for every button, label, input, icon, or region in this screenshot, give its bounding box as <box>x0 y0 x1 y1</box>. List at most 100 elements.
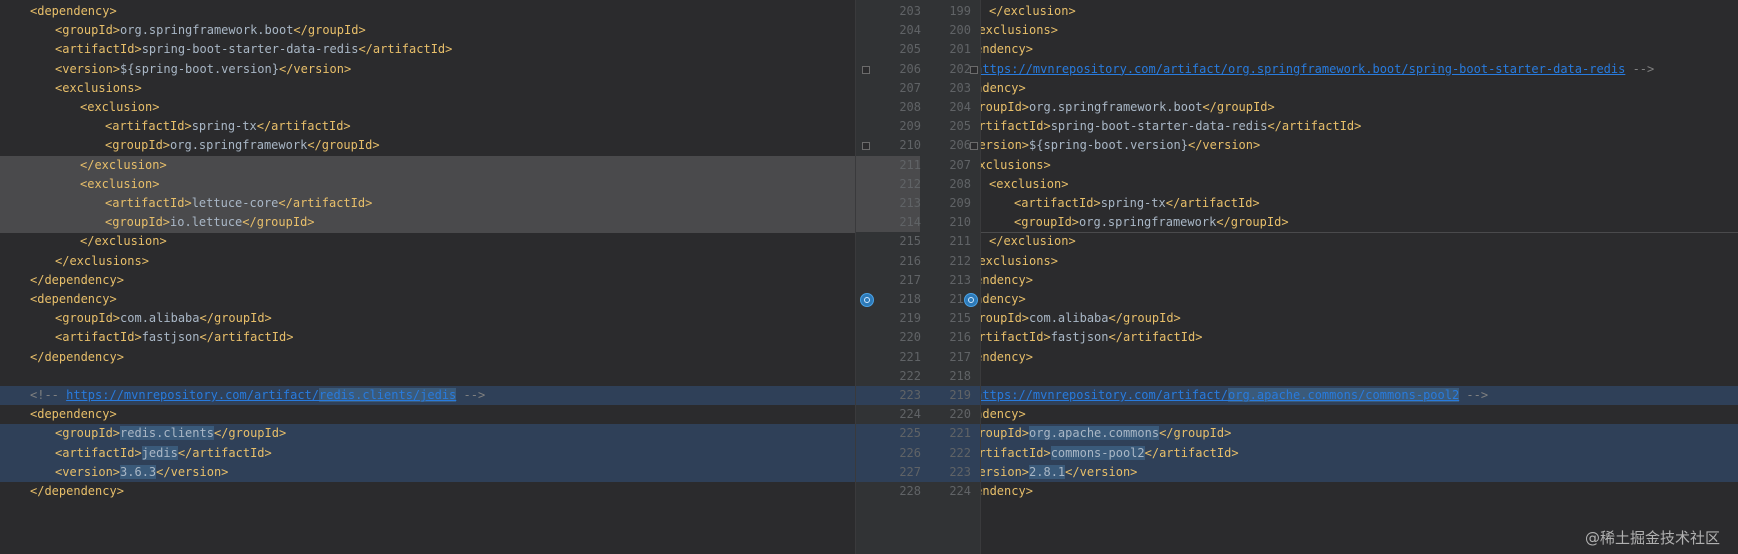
code-line[interactable]: <version>${spring-boot.version}</version… <box>981 136 1738 155</box>
code-line[interactable]: <artifactId>spring-boot-starter-data-red… <box>0 40 855 59</box>
code-line[interactable]: <artifactId>commons-pool2</artifactId> <box>981 444 1738 463</box>
code-line[interactable]: <dependency> <box>0 290 855 309</box>
code-line[interactable]: </exclusion> <box>0 156 855 175</box>
code-line[interactable]: <groupId>org.springframework.boot</group… <box>981 98 1738 117</box>
code-token: <dependency> <box>981 407 1026 422</box>
left-line-number: 205 <box>899 42 921 57</box>
code-token: </version> <box>278 61 352 76</box>
maven-dependency-icon[interactable] <box>860 293 874 307</box>
code-line[interactable] <box>0 367 855 386</box>
code-line[interactable]: <version>${spring-boot.version}</version… <box>0 60 855 79</box>
code-line[interactable]: <artifactId>spring-boot-starter-data-red… <box>981 117 1738 136</box>
code-line-content: </exclusions> <box>981 252 1058 271</box>
code-line[interactable]: <groupId>org.apache.commons</groupId> <box>981 424 1738 443</box>
code-line[interactable]: <dependency> <box>981 290 1738 309</box>
code-line-content: <groupId>redis.clients</groupId> <box>55 424 286 443</box>
code-token: <artifactId> <box>55 42 142 57</box>
code-line[interactable]: <version>2.8.1</version> <box>981 463 1738 482</box>
code-line[interactable]: <artifactId>jedis</artifactId> <box>0 444 855 463</box>
left-line-number: 222 <box>899 368 921 383</box>
code-line[interactable]: </dependency> <box>0 271 855 290</box>
code-line[interactable]: </exclusions> <box>0 252 855 271</box>
code-token: <artifactId> <box>981 330 1051 345</box>
fold-marker-icon[interactable] <box>862 142 870 151</box>
code-line[interactable]: <artifactId>spring-tx</artifactId> <box>981 194 1738 213</box>
code-token: <dependency> <box>30 4 117 18</box>
code-line[interactable]: </exclusion> <box>0 232 855 251</box>
code-token: <artifactId> <box>981 119 1051 134</box>
code-token: <exclusion> <box>80 176 160 191</box>
code-line[interactable]: <artifactId>fastjson</artifactId> <box>0 328 855 347</box>
code-line[interactable]: </dependency> <box>981 271 1738 290</box>
code-line[interactable]: <groupId>io.lettuce</groupId> <box>0 213 855 232</box>
left-line-number: 214 <box>899 215 921 230</box>
code-line[interactable]: <groupId>org.springframework</groupId> <box>981 213 1738 232</box>
code-token: </groupId> <box>199 311 272 326</box>
code-token: </exclusions> <box>981 23 1058 38</box>
code-line[interactable]: <version>3.6.3</version> <box>0 463 855 482</box>
code-line[interactable]: <exclusion> <box>0 175 855 194</box>
right-line-number: 201 <box>949 42 971 57</box>
right-line-number: 219 <box>949 388 971 402</box>
code-link[interactable]: https://mvnrepository.com/artifact/ <box>66 388 319 402</box>
maven-dependency-icon[interactable] <box>964 293 978 307</box>
left-line-number: 213 <box>899 196 921 210</box>
right-line-number: 211 <box>949 234 971 249</box>
code-link[interactable]: org.apache.commons/commons-pool2 <box>1228 388 1460 402</box>
code-token: <version> <box>981 464 1030 479</box>
code-line[interactable]: <exclusion> <box>981 175 1738 194</box>
code-line[interactable]: </dependency> <box>981 40 1738 59</box>
right-line-number: 209 <box>949 196 971 210</box>
code-line-content: <groupId>com.alibaba</groupId> <box>981 309 1181 328</box>
code-line-content: </dependency> <box>30 482 124 501</box>
left-editor-pane[interactable]: <dependency> <groupId>org.springframework… <box>0 0 855 554</box>
code-line[interactable]: </dependency> <box>981 482 1738 501</box>
code-line[interactable]: <dependency> <box>0 2 855 21</box>
code-line[interactable]: <groupId>org.springframework</groupId> <box>0 136 855 155</box>
code-line-content: <exclusions> <box>55 79 142 98</box>
code-line[interactable] <box>981 367 1738 386</box>
code-line[interactable]: <dependency> <box>0 405 855 424</box>
code-token: </exclusion> <box>989 4 1076 18</box>
code-token: <artifactId> <box>105 119 192 134</box>
right-line-number: 217 <box>949 349 971 364</box>
fold-marker-icon[interactable] <box>970 65 978 74</box>
code-line-content: <dependency> <box>30 405 117 424</box>
code-line[interactable]: <groupId>org.springframework.boot</group… <box>0 21 855 40</box>
fold-marker-icon[interactable] <box>862 65 870 74</box>
code-line[interactable]: </dependency> <box>0 482 855 501</box>
code-line[interactable]: <groupId>com.alibaba</groupId> <box>0 309 855 328</box>
code-token: <artifactId> <box>55 330 142 345</box>
code-token: <dependency> <box>30 292 117 306</box>
code-line[interactable]: </dependency> <box>0 348 855 367</box>
code-token: </artifactId> <box>278 196 373 210</box>
code-line[interactable]: <artifactId>fastjson</artifactId> <box>981 328 1738 347</box>
code-link[interactable]: https://mvnrepository.com/artifact/ <box>981 388 1228 402</box>
code-link[interactable]: https://mvnrepository.com/artifact/org.s… <box>981 62 1625 76</box>
code-line[interactable]: <!-- https://mvnrepository.com/artifact/… <box>981 386 1738 405</box>
code-line[interactable]: <dependency> <box>981 405 1738 424</box>
code-line[interactable]: <artifactId>spring-tx</artifactId> <box>0 117 855 136</box>
code-link[interactable]: redis.clients/jedis <box>319 388 457 402</box>
fold-marker-icon[interactable] <box>970 142 978 151</box>
code-line[interactable]: </exclusions> <box>981 21 1738 40</box>
code-line[interactable]: <!-- https://mvnrepository.com/artifact/… <box>981 60 1738 79</box>
code-line[interactable]: <groupId>com.alibaba</groupId> <box>981 309 1738 328</box>
code-line[interactable]: <exclusions> <box>981 156 1738 175</box>
code-token: </dependency> <box>30 272 124 287</box>
code-token: </artifactId> <box>1144 445 1239 460</box>
code-token: org.springframework <box>170 138 308 153</box>
code-line[interactable]: <artifactId>lettuce-core</artifactId> <box>0 194 855 213</box>
code-line[interactable]: <exclusion> <box>0 98 855 117</box>
right-editor-pane[interactable]: </exclusion> </exclusions> </dependency> <!… <box>981 0 1738 554</box>
left-line-number: 216 <box>899 253 921 268</box>
code-line[interactable]: <exclusions> <box>0 79 855 98</box>
code-line[interactable]: <dependency> <box>981 79 1738 98</box>
code-line[interactable]: </exclusions> <box>981 252 1738 271</box>
code-line[interactable]: <!-- https://mvnrepository.com/artifact/… <box>0 386 855 405</box>
left-line-number: 209 <box>899 119 921 134</box>
code-line[interactable]: <groupId>redis.clients</groupId> <box>0 424 855 443</box>
code-line[interactable]: </exclusion> <box>981 2 1738 21</box>
code-line[interactable]: </dependency> <box>981 348 1738 367</box>
code-line[interactable]: </exclusion> <box>981 232 1738 251</box>
